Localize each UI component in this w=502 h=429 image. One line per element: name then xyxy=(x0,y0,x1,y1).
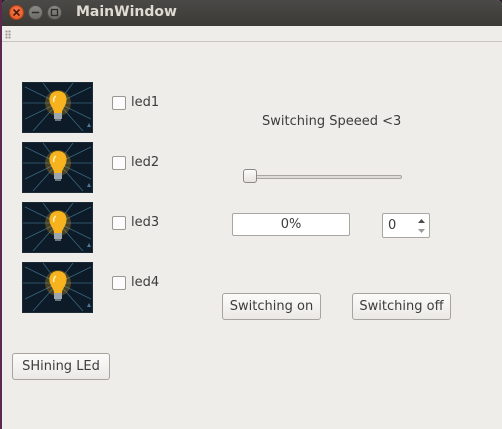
maximize-window-button[interactable] xyxy=(47,5,62,20)
led1-label: led1 xyxy=(131,95,160,110)
speed-slider-track[interactable] xyxy=(247,175,402,179)
window-title: MainWindow xyxy=(76,4,177,20)
toolbar-grip-handle[interactable] xyxy=(5,30,11,39)
spinbox-value: 0 xyxy=(388,218,397,233)
led3-bulb-image xyxy=(22,202,93,253)
progress-bar: 0% xyxy=(232,213,350,236)
led4-checkbox[interactable] xyxy=(112,276,126,290)
led2-bulb-image xyxy=(22,142,93,193)
close-icon xyxy=(13,9,20,16)
titlebar: MainWindow xyxy=(2,0,502,26)
minimize-icon xyxy=(31,11,40,14)
lightbulb-icon xyxy=(23,142,92,192)
minimize-window-button[interactable] xyxy=(28,5,43,20)
led4-label: led4 xyxy=(131,275,160,290)
progress-text: 0% xyxy=(280,217,302,232)
switching-on-button[interactable]: Switching on xyxy=(222,293,321,320)
led1-bulb-image xyxy=(22,82,93,133)
led4-bulb-image xyxy=(22,262,93,313)
maximize-icon xyxy=(50,8,59,17)
led2-label: led2 xyxy=(131,155,160,170)
led3-checkbox[interactable] xyxy=(112,216,126,230)
switching-speed-label: Switching Speeed <3 xyxy=(262,114,402,129)
spin-up-arrow-icon[interactable] xyxy=(416,216,427,226)
speed-spinbox[interactable]: 0 xyxy=(382,213,430,238)
main-window: MainWindow led1 led2 led3 led4 Switching… xyxy=(2,0,502,429)
led3-label: led3 xyxy=(131,215,160,230)
spin-down-arrow-icon[interactable] xyxy=(416,226,427,236)
speed-slider-handle[interactable] xyxy=(243,169,257,183)
lightbulb-icon xyxy=(23,262,92,312)
lightbulb-icon xyxy=(23,202,92,252)
menubar xyxy=(2,26,502,42)
lightbulb-icon xyxy=(23,82,92,132)
close-window-button[interactable] xyxy=(9,5,24,20)
shining-led-button[interactable]: SHining LEd xyxy=(12,353,110,380)
led1-checkbox[interactable] xyxy=(112,96,126,110)
led2-checkbox[interactable] xyxy=(112,156,126,170)
switching-off-button[interactable]: Switching off xyxy=(352,293,451,320)
